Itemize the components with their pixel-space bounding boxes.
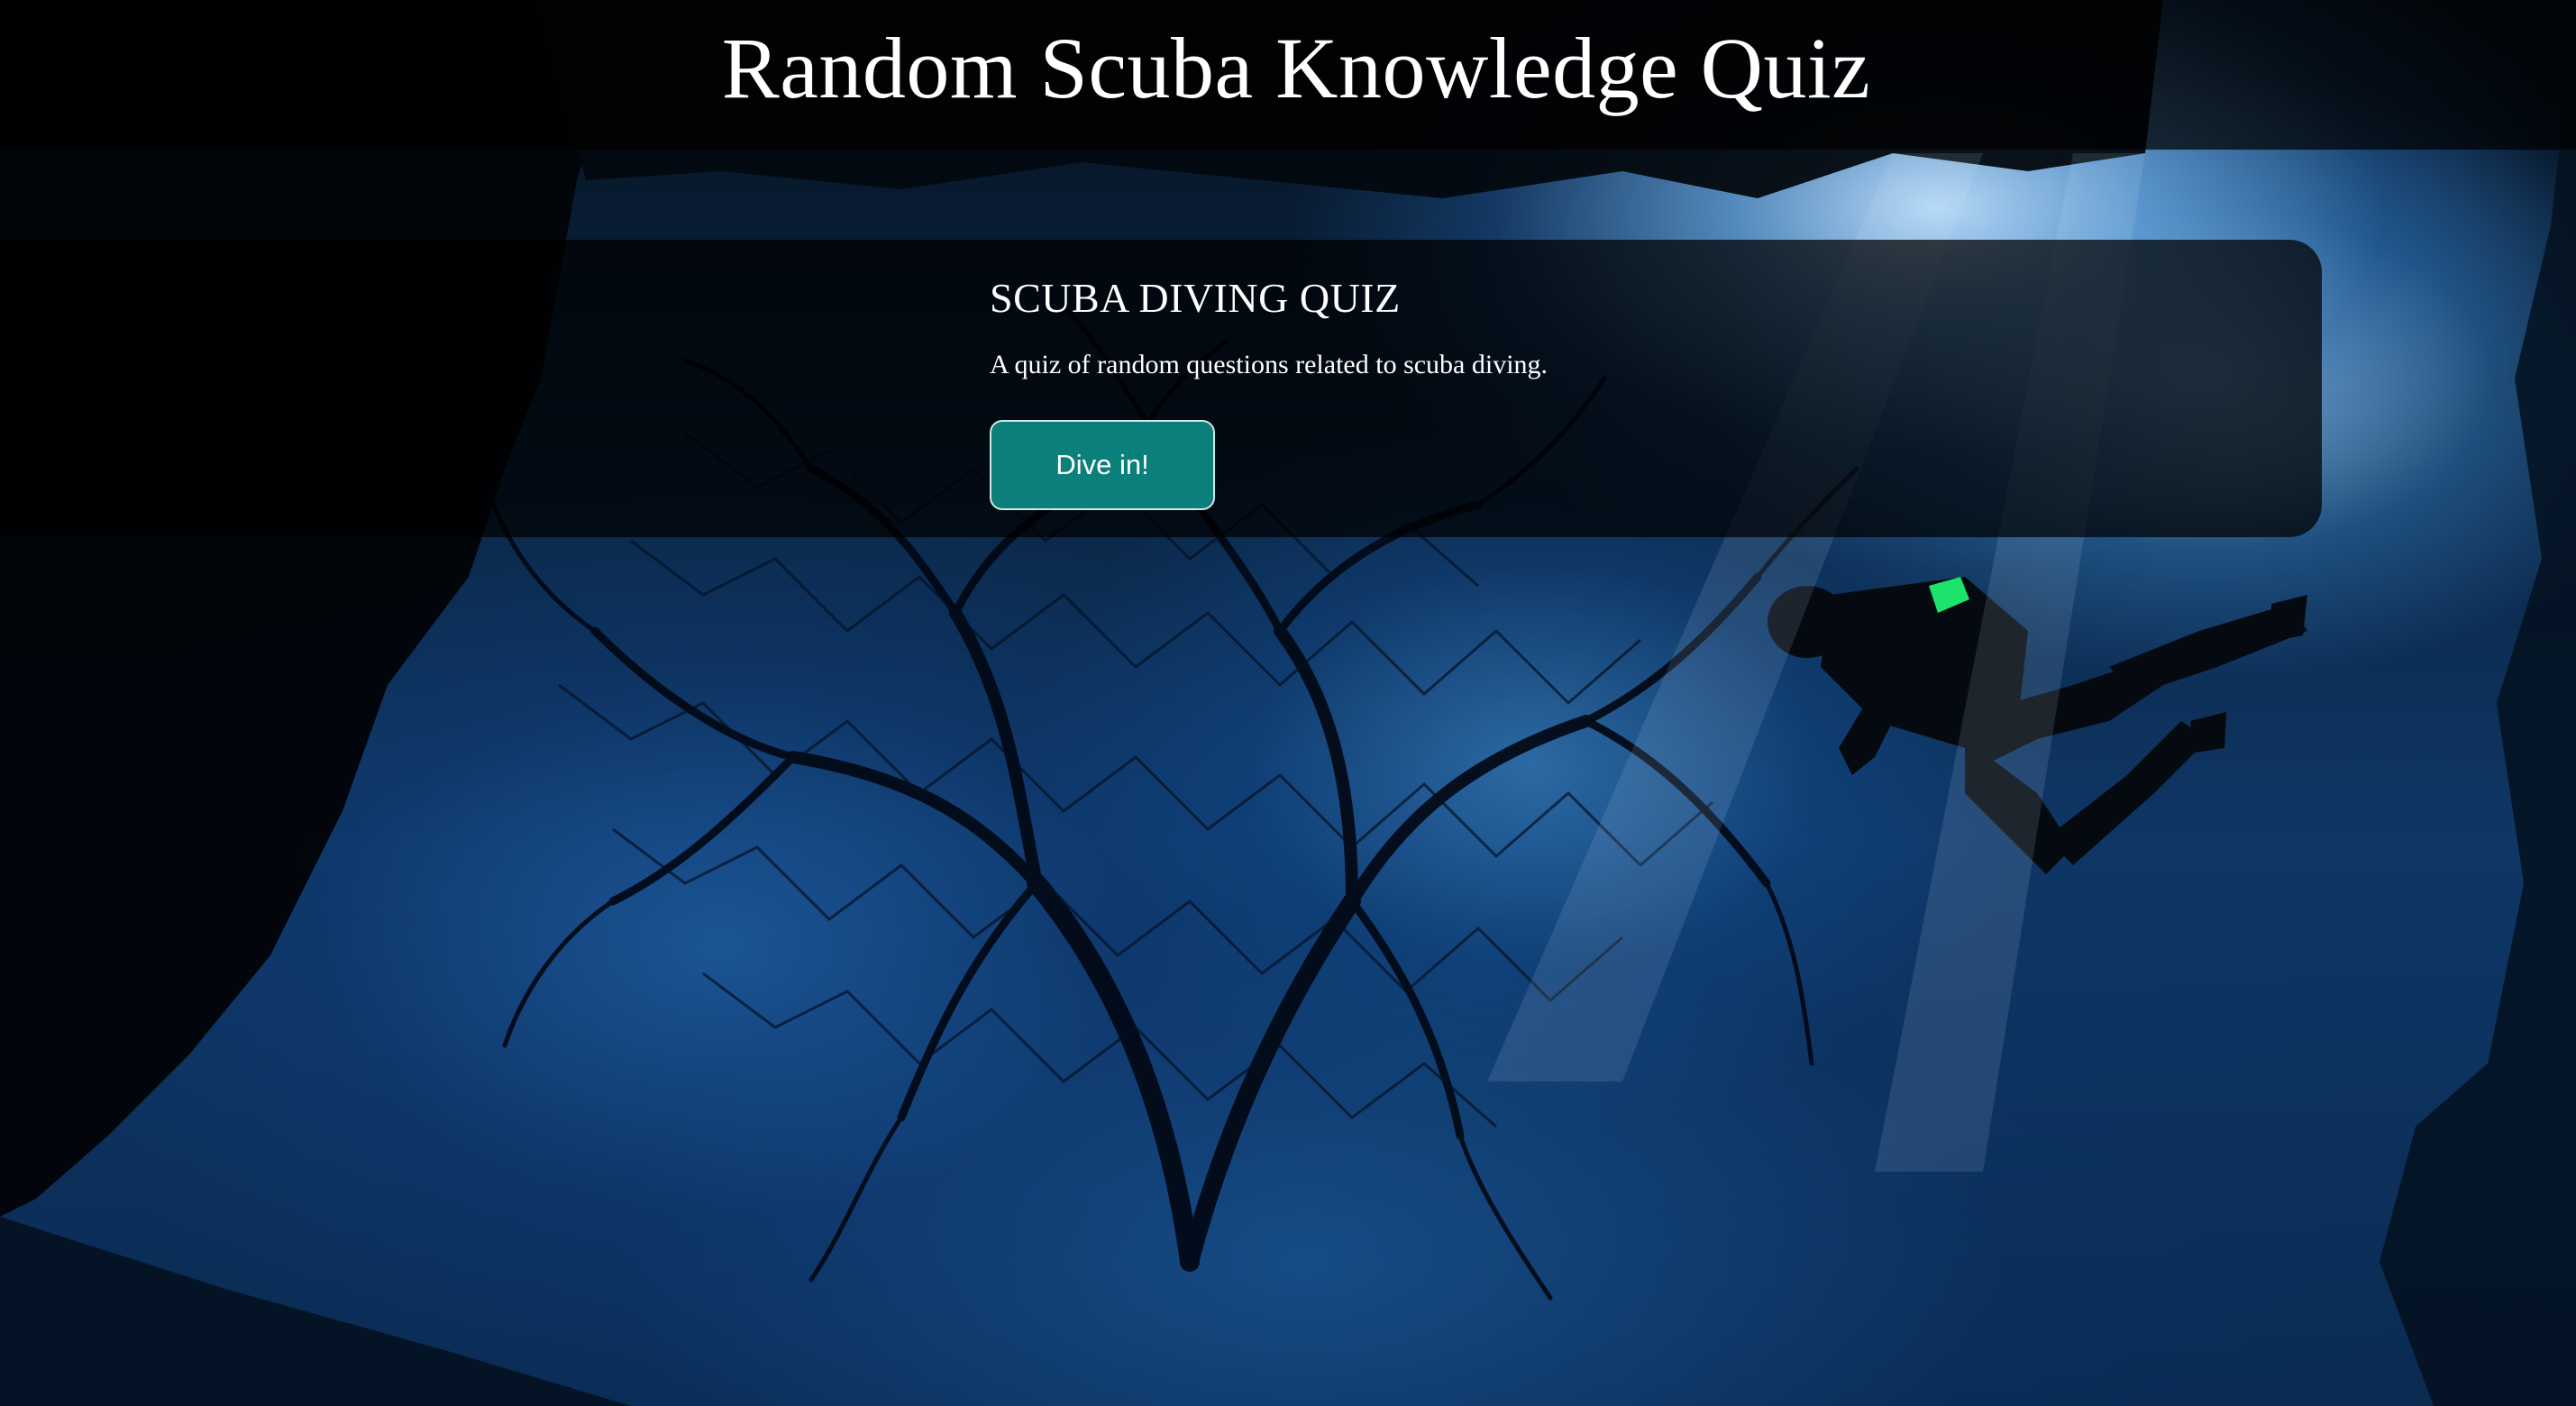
quiz-card-description: A quiz of random questions related to sc… <box>990 350 1548 379</box>
cave-wall-left <box>0 0 631 1217</box>
page-header: Random Scuba Knowledge Quiz <box>0 0 2576 150</box>
cave-wall-right <box>2380 0 2576 1406</box>
quiz-intro-card: SCUBA DIVING QUIZ A quiz of random quest… <box>0 240 2322 537</box>
quiz-card-title: SCUBA DIVING QUIZ <box>990 275 1401 321</box>
seabed-left <box>0 1217 631 1406</box>
page-title: Random Scuba Knowledge Quiz <box>721 19 1871 116</box>
start-quiz-button[interactable]: Dive in! <box>990 420 1215 510</box>
underwater-scene-illustration <box>0 0 2576 1406</box>
background-underwater-image <box>0 0 2576 1406</box>
